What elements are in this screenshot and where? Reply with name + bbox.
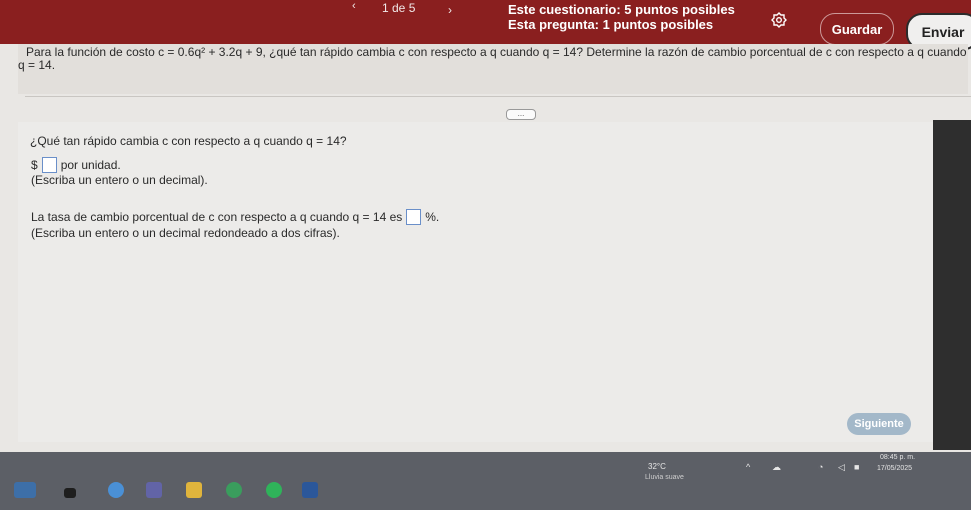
cloud-icon[interactable]: ☁ xyxy=(772,462,781,473)
rate-input[interactable] xyxy=(41,157,57,173)
gear-icon[interactable] xyxy=(771,12,787,28)
question-points: Esta pregunta: 1 puntos posibles xyxy=(508,17,714,32)
chevron-up-icon[interactable]: ^ xyxy=(746,462,750,472)
network-icon[interactable]: ◔ xyxy=(818,462,823,472)
save-button[interactable]: Guardar xyxy=(820,13,894,45)
percent-input[interactable] xyxy=(406,209,422,225)
clock-date: 17/05/2025 xyxy=(877,465,913,472)
volume-icon[interactable]: ◁ xyxy=(838,462,845,473)
percent-prompt: La tasa de cambio porcentual de c con re… xyxy=(31,210,403,224)
question-text-line1: Para la función de costo c = 0.6q² + 3.2… xyxy=(26,45,967,59)
spotify-icon[interactable] xyxy=(266,482,282,498)
chevron-left-icon[interactable]: ‹ xyxy=(352,0,356,12)
question-text-line2: q = 14. xyxy=(18,58,56,72)
hint-integer-decimal: (Escriba un entero o un decimal). xyxy=(31,173,208,187)
page-indicator: 1 de 5 xyxy=(382,1,416,15)
teams-icon[interactable] xyxy=(146,482,162,498)
quiz-points: Este cuestionario: 5 puntos posibles xyxy=(508,2,735,17)
percent-answer-row: La tasa de cambio porcentual de c con re… xyxy=(31,209,439,225)
divider xyxy=(25,96,971,97)
answer-area: ¿Qué tan rápido cambia c con respecto a … xyxy=(18,122,971,442)
weather-temperature: 32°C xyxy=(648,462,666,471)
file-explorer-icon[interactable] xyxy=(186,482,202,498)
next-button[interactable]: Siguiente xyxy=(847,413,911,435)
top-bar: ‹ 1 de 5 › Este cuestionario: 5 puntos p… xyxy=(0,0,971,50)
chrome-icon[interactable] xyxy=(226,482,242,498)
taskbar: 32°C Lluvia suave ^ ☁ ◔ ◁ ■ 08:45 p. m. … xyxy=(0,452,971,510)
percent-suffix: %. xyxy=(425,210,440,224)
word-icon[interactable] xyxy=(302,482,318,498)
expand-button[interactable]: ... xyxy=(506,109,536,120)
rate-answer-row: $ por unidad. xyxy=(31,157,121,173)
screen-edge xyxy=(933,120,971,450)
clock-time: 08:45 p. m. xyxy=(880,454,916,461)
unit-label: por unidad. xyxy=(60,158,121,172)
hint-two-decimals: (Escriba un entero o un decimal redondea… xyxy=(31,226,340,240)
answer-prompt: ¿Qué tan rápido cambia c con respecto a … xyxy=(30,134,347,148)
currency-symbol: $ xyxy=(31,158,38,172)
question-statement: Para la función de costo c = 0.6q² + 3.2… xyxy=(18,44,968,94)
copilot-icon[interactable] xyxy=(108,482,124,498)
widgets-icon[interactable] xyxy=(14,482,36,498)
battery-icon[interactable]: ■ xyxy=(854,462,859,472)
weather-description: Lluvia suave xyxy=(645,474,684,481)
search-icon[interactable] xyxy=(64,488,76,498)
chevron-right-icon[interactable]: › xyxy=(448,3,452,17)
